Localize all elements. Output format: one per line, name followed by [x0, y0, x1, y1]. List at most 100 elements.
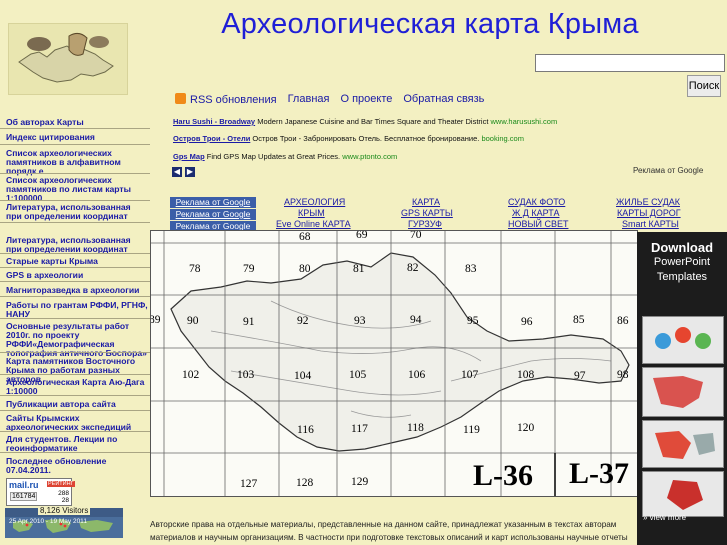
divider [0, 410, 150, 411]
map-cell[interactable]: 107 [461, 369, 478, 381]
sidebar-item-list-alphabet[interactable]: Список археологических памятников в алфа… [6, 149, 148, 176]
google-ads-button[interactable]: Реклама от Google [170, 197, 256, 208]
map-cell[interactable]: 103 [237, 369, 254, 381]
map-cell[interactable]: 118 [407, 422, 424, 434]
map-cell[interactable]: 94 [410, 314, 422, 326]
ad-item[interactable]: Остров Трои - Отели Остров Трои - Заброн… [173, 134, 524, 143]
map-cell[interactable]: 105 [349, 369, 366, 381]
keyword-link[interactable]: ЖИЛЬЕ СУДАК [616, 197, 680, 207]
map-cell[interactable]: 78 [189, 263, 201, 275]
ad-title[interactable]: Остров Трои - Отели [173, 134, 250, 143]
visitors-count: 8,126 Visitors [38, 506, 91, 515]
divider [0, 352, 150, 353]
map-cell[interactable]: 91 [243, 316, 255, 328]
divider [0, 374, 150, 375]
map-cell[interactable]: 96 [521, 316, 533, 328]
ppt-slide-thumbnail[interactable] [642, 471, 724, 517]
map-cell[interactable]: 116 [297, 424, 314, 436]
ads-by-google-label[interactable]: Реклама от Google [633, 166, 703, 175]
sidebar-item-list-sheets[interactable]: Список археологических памятников по лис… [6, 176, 148, 203]
sidebar-item-literature-2[interactable]: Литература, использованная при определен… [6, 236, 148, 254]
map-cell[interactable]: 108 [517, 369, 534, 381]
map-cell[interactable]: 85 [573, 314, 585, 326]
keyword-link[interactable]: Eve Online КАРТА [276, 219, 351, 229]
sidebar-item-expeditions[interactable]: Сайты Крымских археологических экспедици… [6, 414, 148, 432]
map-cell[interactable]: 93 [354, 315, 366, 327]
map-cell[interactable]: 98 [617, 369, 629, 381]
map-cell[interactable]: 90 [187, 315, 199, 327]
sidebar-item-students[interactable]: Для студентов. Лекции по геоинформатике [6, 435, 148, 453]
topnav-about[interactable]: О проекте [340, 93, 392, 105]
mailru-counter[interactable]: mail.ru РЕЙТИНГ 161784 288 28 [6, 478, 75, 506]
map-cell[interactable]: 95 [467, 315, 479, 327]
map-cell[interactable]: 102 [182, 369, 199, 381]
map-cell[interactable]: 80 [299, 263, 311, 275]
sidebar-item-publications[interactable]: Публикации автора сайта [6, 400, 148, 409]
map-cell[interactable]: 82 [407, 262, 419, 274]
topnav-rss[interactable]: RSS обновления [175, 92, 277, 106]
map-cell[interactable]: 117 [351, 423, 368, 435]
divider [0, 253, 150, 254]
keyword-link[interactable]: ГУРЗУФ [408, 219, 442, 229]
sidebar-item-authors[interactable]: Об авторах Карты [6, 118, 148, 127]
keyword-link[interactable]: КАРТЫ ДОРОГ [617, 208, 681, 218]
map-cell[interactable]: 89 [151, 314, 161, 326]
sidebar-item-citation[interactable]: Индекс цитирования [6, 133, 148, 142]
keyword-link[interactable]: КРЫМ [298, 208, 325, 218]
ppt-slide-thumbnail[interactable] [642, 316, 724, 364]
ppt-slide-thumbnail[interactable] [642, 420, 724, 468]
map-cell[interactable]: 119 [463, 424, 480, 436]
ad-text: Остров Трои - Забронировать Отель. Беспл… [250, 134, 482, 143]
ad-url[interactable]: www.harusushi.com [491, 117, 558, 126]
keyword-link[interactable]: НОВЫЙ СВЕТ [508, 219, 568, 229]
keyword-link[interactable]: АРХЕОЛОГИЯ [284, 197, 345, 207]
view-more-link[interactable]: » view more [643, 513, 686, 522]
map-cell[interactable]: 97 [574, 370, 586, 382]
sidebar-item-grants[interactable]: Работы по грантам РФФИ, РГНФ, НАНУ [6, 301, 148, 319]
keyword-link[interactable]: Smart КАРТЫ [622, 219, 679, 229]
map-cell[interactable]: 86 [617, 315, 629, 327]
map-cell[interactable]: 81 [353, 263, 365, 275]
map-cell[interactable]: 79 [243, 263, 255, 275]
map-cell[interactable]: 120 [517, 422, 534, 434]
google-ads-button[interactable]: Реклама от Google [170, 209, 256, 220]
powerpoint-ad[interactable]: Download PowerPoint Templates [637, 232, 727, 545]
search-button[interactable]: Поиск [687, 75, 721, 97]
sidebar-item-ayu-dag[interactable]: Археологическая Карта Аю-Дага 1:10000 [6, 378, 148, 396]
topnav-feedback[interactable]: Обратная связь [403, 93, 484, 105]
ad-url[interactable]: booking.com [481, 134, 524, 143]
map-cell[interactable]: 129 [351, 476, 368, 488]
ppt-slide-thumbnail[interactable] [642, 367, 724, 417]
keyword-link[interactable]: СУДАК ФОТО [508, 197, 565, 207]
crimea-sheet-index-map[interactable]: 68 69 70 78 79 80 81 82 83 89 90 91 92 9… [150, 230, 638, 497]
ad-title[interactable]: Haru Sushi - Broadway [173, 117, 255, 126]
search-input[interactable] [535, 54, 725, 72]
map-cell[interactable]: 128 [296, 477, 313, 489]
site-logo[interactable] [8, 23, 128, 95]
sidebar-item-old-maps[interactable]: Старые карты Крыма [6, 257, 148, 266]
sidebar-item-gps[interactable]: GPS в археологии [6, 271, 148, 280]
copyright-notice: Авторские права на отдельные материалы, … [150, 520, 628, 542]
mailru-stat-1: 288 [58, 490, 69, 497]
map-cell[interactable]: 104 [294, 370, 311, 382]
map-cell[interactable]: 68 [299, 231, 311, 243]
divider [0, 296, 150, 297]
map-cell[interactable]: 69 [356, 231, 368, 241]
map-cell[interactable]: 127 [240, 478, 257, 490]
ad-title[interactable]: Gps Map [173, 152, 205, 161]
keyword-link[interactable]: КАРТА [412, 197, 440, 207]
ad-item[interactable]: Gps Map Find GPS Map Updates at Great Pr… [173, 152, 397, 161]
map-cell[interactable]: 70 [410, 231, 422, 241]
keyword-link[interactable]: GPS КАРТЫ [401, 208, 453, 218]
chevron-right-icon[interactable]: ▶ [185, 167, 195, 177]
keyword-link[interactable]: Ж Д КАРТА [512, 208, 559, 218]
ad-url[interactable]: www.ptonto.com [342, 152, 397, 161]
ad-item[interactable]: Haru Sushi - Broadway Modern Japanese Cu… [173, 117, 557, 126]
map-cell[interactable]: 83 [465, 263, 477, 275]
sidebar-item-literature-1[interactable]: Литература, использованная при определен… [6, 203, 148, 221]
map-cell[interactable]: 92 [297, 315, 309, 327]
map-cell[interactable]: 106 [408, 369, 425, 381]
topnav-home[interactable]: Главная [288, 93, 330, 105]
chevron-left-icon[interactable]: ◀ [172, 167, 182, 177]
sidebar-item-magnetic[interactable]: Магниторазведка в археологии [6, 286, 148, 295]
